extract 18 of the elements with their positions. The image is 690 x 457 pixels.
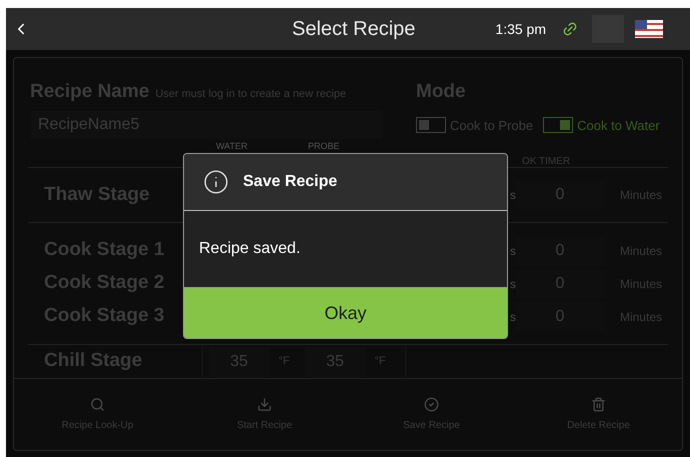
clock-time: 1:35 pm xyxy=(495,20,546,39)
flag-icon[interactable] xyxy=(635,20,663,38)
dialog-message: Recipe saved. xyxy=(199,239,300,259)
trash-icon xyxy=(591,396,606,412)
column-header: PROBE xyxy=(308,141,340,151)
check-circle-icon xyxy=(424,396,439,412)
mode-toggle[interactable]: Cook to Water xyxy=(543,116,660,135)
unit-label: s xyxy=(510,308,516,326)
download-icon xyxy=(257,396,272,412)
okay-button[interactable]: Okay xyxy=(184,288,507,338)
page-title: Select Recipe xyxy=(292,17,416,42)
search-icon xyxy=(90,396,105,412)
unit-label: s xyxy=(510,187,516,204)
dialog-title: Save Recipe xyxy=(243,172,338,192)
info-icon xyxy=(203,169,229,195)
unit-label: s xyxy=(510,276,516,292)
column-header: WATER xyxy=(216,141,248,151)
unit-label: s xyxy=(510,242,516,260)
